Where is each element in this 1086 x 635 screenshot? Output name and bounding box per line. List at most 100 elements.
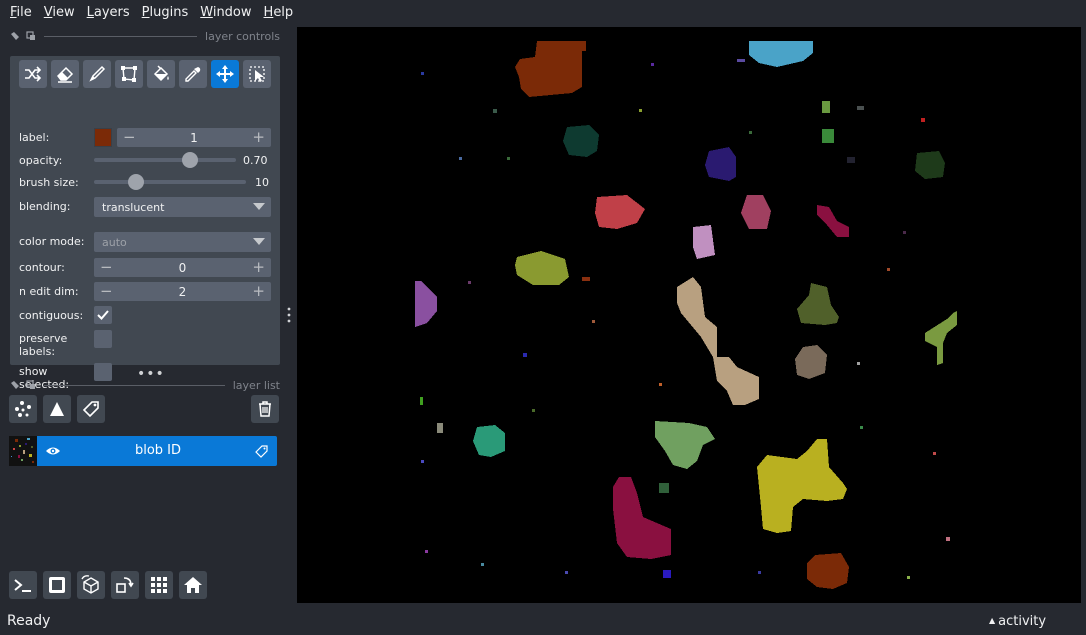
color-mode-value: auto (102, 235, 127, 249)
pan-zoom-icon (216, 65, 234, 83)
delete-layer-button[interactable] (251, 395, 279, 423)
layer-name[interactable]: blob ID (64, 443, 252, 458)
checkmark-icon (97, 310, 109, 320)
brush-size-slider[interactable] (94, 174, 246, 190)
tag-icon (82, 401, 99, 418)
console-button[interactable] (9, 571, 37, 599)
pick-button[interactable] (179, 60, 207, 88)
header-divider (44, 384, 225, 386)
brush-size-slider-handle[interactable] (128, 174, 144, 190)
grid-icon (151, 577, 167, 593)
tool-row (19, 60, 271, 88)
left-panel: layer controls label: − 1 + opacity: 0.7… (0, 24, 290, 604)
status-bar: Ready ▲ activity (0, 607, 1086, 635)
brush-size-slider-track (94, 180, 246, 184)
square-icon (49, 577, 65, 593)
paint-brush-icon (89, 65, 106, 82)
contiguous-checkbox[interactable] (94, 306, 112, 324)
blob-labels-image (415, 41, 957, 589)
menubar: File View Layers Plugins Window Help (0, 0, 1086, 24)
viewer-canvas[interactable] (297, 27, 1081, 603)
chevron-down-icon (253, 238, 265, 245)
shapes-icon (50, 402, 64, 416)
close-dock-icon[interactable] (10, 380, 20, 390)
trash-icon (259, 401, 271, 417)
contour-increment-button[interactable]: + (252, 260, 265, 275)
contour-value: 0 (178, 260, 187, 275)
n-edit-dim-spinbox[interactable]: − 2 + (94, 282, 271, 301)
home-button[interactable] (179, 571, 207, 599)
layer-list-header: layer list (10, 378, 280, 392)
close-dock-icon[interactable] (10, 31, 20, 41)
menu-help[interactable]: Help (258, 5, 300, 20)
status-text: Ready (7, 613, 51, 629)
preserve-labels-checkbox[interactable] (94, 330, 112, 348)
new-shapes-layer-button[interactable] (43, 395, 71, 423)
contour-spinbox[interactable]: − 0 + (94, 258, 271, 277)
n-edit-dim-increment-button[interactable]: + (252, 284, 265, 299)
brush-size-value: 10 (255, 176, 269, 189)
activity-toggle[interactable]: ▲ activity (989, 614, 1046, 629)
header-divider (44, 35, 198, 37)
n-edit-dim-decrement-button[interactable]: − (100, 284, 113, 299)
label-value: 1 (190, 130, 198, 145)
transpose-button[interactable] (111, 571, 139, 599)
menu-file[interactable]: File (4, 5, 38, 20)
points-icon (15, 401, 31, 417)
menu-window[interactable]: Window (194, 5, 257, 20)
blending-dropdown[interactable]: translucent (94, 197, 271, 217)
paint-button[interactable] (83, 60, 111, 88)
transform-icon (249, 66, 265, 82)
chevron-down-icon (253, 203, 265, 210)
label-color-swatch[interactable] (94, 128, 112, 147)
activity-label: activity (998, 614, 1047, 629)
eye-icon[interactable] (45, 444, 61, 458)
contour-decrement-button[interactable]: − (100, 260, 113, 275)
transform-button[interactable] (243, 60, 271, 88)
panel-splitter-handle[interactable] (287, 306, 291, 324)
layer-thumbnail-image (11, 438, 34, 463)
layer-controls-title: layer controls (205, 29, 280, 43)
fill-bucket-icon (153, 65, 169, 82)
n-edit-dim-value: 2 (178, 284, 187, 299)
menu-layers[interactable]: Layers (81, 5, 136, 20)
label-label: label: (19, 131, 50, 144)
menu-plugins[interactable]: Plugins (136, 5, 195, 20)
n-edit-dim-label: n edit dim: (19, 285, 79, 298)
opacity-slider-handle[interactable] (182, 152, 199, 168)
ndisplay-button[interactable] (43, 571, 71, 599)
grid-button[interactable] (145, 571, 173, 599)
float-dock-icon[interactable] (26, 380, 36, 390)
home-icon (184, 577, 202, 593)
opacity-slider-track (94, 158, 236, 162)
contiguous-label: contiguous: (19, 309, 84, 322)
labels-layer-tag-icon (255, 445, 268, 458)
shuffle-colors-button[interactable] (19, 60, 47, 88)
polygon-button[interactable] (115, 60, 143, 88)
layer-item-blob-id[interactable]: blob ID (9, 436, 277, 466)
fill-button[interactable] (147, 60, 175, 88)
new-points-layer-button[interactable] (9, 395, 37, 423)
menu-view[interactable]: View (38, 5, 81, 20)
float-dock-icon[interactable] (26, 31, 36, 41)
pan-zoom-button[interactable] (211, 60, 239, 88)
label-increment-button[interactable]: + (252, 130, 265, 145)
blending-label: blending: (19, 200, 71, 213)
roll-dims-button[interactable] (77, 571, 105, 599)
shuffle-icon (25, 66, 42, 82)
brush-size-label: brush size: (19, 176, 79, 189)
chevron-up-icon: ▲ (989, 616, 996, 625)
eraser-icon (57, 66, 74, 83)
color-mode-label: color mode: (19, 235, 85, 248)
terminal-icon (14, 579, 31, 592)
label-spinbox[interactable]: − 1 + (117, 128, 271, 147)
layer-controls-panel: label: − 1 + opacity: 0.70 brush size: 1… (10, 56, 280, 391)
opacity-label: opacity: (19, 154, 63, 167)
new-labels-layer-button[interactable] (77, 395, 105, 423)
erase-button[interactable] (51, 60, 79, 88)
polygon-icon (121, 66, 137, 82)
cube-rotate-icon (81, 575, 99, 594)
opacity-slider[interactable] (94, 152, 236, 168)
color-mode-dropdown[interactable]: auto (94, 232, 271, 252)
label-decrement-button[interactable]: − (123, 130, 136, 145)
